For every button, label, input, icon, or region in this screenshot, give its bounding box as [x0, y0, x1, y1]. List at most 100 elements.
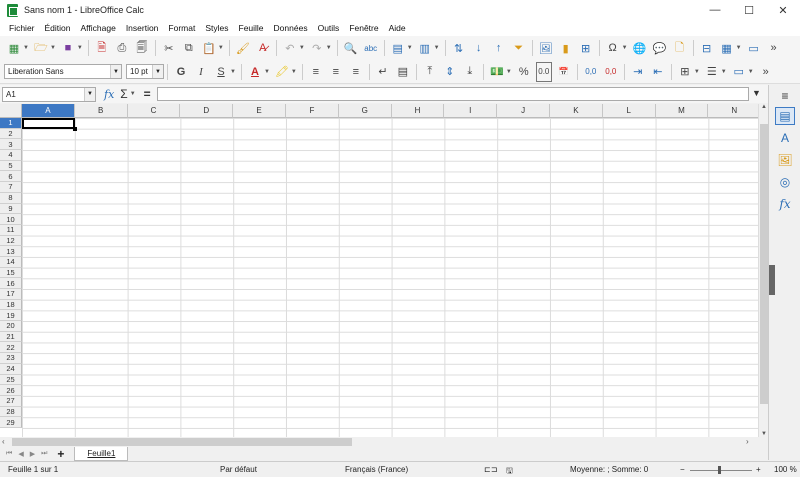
- add-decimal-button[interactable]: 0,0: [583, 62, 599, 82]
- bold-button[interactable]: G: [173, 62, 189, 82]
- headers-footers-icon[interactable]: 🗋: [672, 38, 688, 58]
- column-header[interactable]: G: [338, 104, 392, 118]
- percent-format-button[interactable]: %: [516, 62, 532, 82]
- formula-icon[interactable]: =: [144, 87, 151, 101]
- maximize-button[interactable]: ☐: [732, 0, 766, 20]
- underline-button[interactable]: S: [213, 62, 229, 82]
- row-header[interactable]: 11: [0, 224, 22, 236]
- column-header[interactable]: M: [655, 104, 709, 118]
- menu-fenetre[interactable]: Fenêtre: [344, 23, 383, 33]
- column-dropdown-icon[interactable]: ▼: [434, 45, 440, 51]
- navigator-icon[interactable]: ◎: [775, 173, 795, 191]
- align-left-icon[interactable]: ≡: [308, 62, 324, 82]
- menu-feuille[interactable]: Feuille: [234, 23, 269, 33]
- clear-formatting-icon[interactable]: A̷: [255, 38, 271, 58]
- row-header[interactable]: 17: [0, 289, 22, 300]
- previous-sheet-icon[interactable]: ◀: [18, 450, 23, 458]
- styles-icon[interactable]: A: [775, 129, 795, 147]
- vertical-scroll-thumb[interactable]: [760, 124, 768, 404]
- menu-format[interactable]: Format: [163, 23, 200, 33]
- toolbar2-overflow-icon[interactable]: »: [758, 62, 774, 82]
- paste-icon[interactable]: 📋: [201, 38, 217, 58]
- scroll-up-icon[interactable]: ▲: [759, 104, 768, 110]
- font-size-dropdown-icon[interactable]: ▼: [152, 65, 163, 78]
- formula-input[interactable]: [157, 87, 749, 101]
- horizontal-scrollbar[interactable]: ‹ ›: [0, 437, 768, 447]
- row-header[interactable]: 24: [0, 363, 22, 375]
- font-color-dropdown-icon[interactable]: ▼: [264, 69, 270, 75]
- horizontal-scroll-thumb[interactable]: [12, 438, 352, 446]
- row-header[interactable]: 5: [0, 160, 22, 172]
- row-header[interactable]: 12: [0, 235, 22, 247]
- border-style-icon[interactable]: ☰: [704, 62, 720, 82]
- last-sheet-icon[interactable]: ⏭: [41, 450, 47, 458]
- zoom-slider-handle[interactable]: [718, 466, 721, 474]
- save-dropdown-icon[interactable]: ▼: [77, 45, 83, 51]
- scroll-left-icon[interactable]: ‹: [2, 437, 5, 446]
- define-print-area-icon[interactable]: ⊟: [699, 38, 715, 58]
- borders-icon[interactable]: ⊞: [677, 62, 693, 82]
- row-header[interactable]: 29: [0, 417, 22, 428]
- first-sheet-icon[interactable]: ⏮: [6, 450, 12, 458]
- column-header[interactable]: D: [180, 104, 234, 118]
- italic-button[interactable]: I: [193, 62, 209, 82]
- active-cell-cursor[interactable]: [22, 118, 77, 131]
- next-sheet-icon[interactable]: ▶: [30, 450, 35, 458]
- align-bottom-icon[interactable]: ⤓: [462, 62, 478, 82]
- freeze-rows-columns-icon[interactable]: ▦: [719, 38, 735, 58]
- sum-icon[interactable]: Σ: [120, 87, 127, 101]
- split-window-icon[interactable]: ▭: [746, 38, 762, 58]
- column-header[interactable]: C: [127, 104, 181, 118]
- zoom-out-button[interactable]: −: [680, 465, 685, 474]
- highlight-dropdown-icon[interactable]: ▼: [291, 69, 297, 75]
- delete-decimal-button[interactable]: 0,0: [603, 62, 619, 82]
- column-header[interactable]: L: [602, 104, 656, 118]
- menu-donnees[interactable]: Données: [269, 23, 313, 33]
- row-header[interactable]: 20: [0, 321, 22, 332]
- row-header[interactable]: 28: [0, 406, 22, 418]
- copy-icon[interactable]: ⧉: [181, 38, 197, 58]
- comment-icon[interactable]: 💬: [652, 38, 668, 58]
- close-button[interactable]: ✕: [766, 0, 800, 20]
- special-character-dropdown-icon[interactable]: ▼: [622, 45, 628, 51]
- properties-icon[interactable]: ▤: [775, 107, 795, 125]
- hyperlink-icon[interactable]: 🌐: [632, 38, 648, 58]
- menu-affichage[interactable]: Affichage: [76, 23, 121, 33]
- row-header[interactable]: 26: [0, 385, 22, 396]
- insert-chart-icon[interactable]: ▮: [558, 38, 574, 58]
- font-name-box[interactable]: Liberation Sans ▼: [4, 64, 122, 79]
- cut-icon[interactable]: ✂: [161, 38, 177, 58]
- row-header[interactable]: 22: [0, 342, 22, 354]
- align-top-icon[interactable]: ⤒: [422, 62, 438, 82]
- column-header[interactable]: J: [497, 104, 550, 118]
- pivot-table-icon[interactable]: ⊞: [578, 38, 594, 58]
- menu-insertion[interactable]: Insertion: [121, 23, 164, 33]
- align-right-icon[interactable]: ≡: [348, 62, 364, 82]
- name-box[interactable]: A1 ▼: [2, 86, 96, 102]
- row-header[interactable]: 8: [0, 192, 22, 204]
- export-pdf-icon[interactable]: 🗎: [94, 38, 110, 58]
- align-center-icon[interactable]: ≡: [328, 62, 344, 82]
- column-header[interactable]: K: [549, 104, 603, 118]
- menu-fichier[interactable]: Fichier: [4, 23, 40, 33]
- scroll-right-icon[interactable]: ›: [746, 437, 749, 446]
- row-header[interactable]: 16: [0, 278, 22, 289]
- decrease-indent-icon[interactable]: ⇤: [650, 62, 666, 82]
- row-header[interactable]: 13: [0, 246, 22, 257]
- row-header[interactable]: 6: [0, 171, 22, 183]
- select-all-corner[interactable]: [0, 104, 22, 118]
- save-icon[interactable]: ■: [60, 38, 76, 58]
- border-color-icon[interactable]: ▭: [731, 62, 747, 82]
- selection-mode-icon[interactable]: ⊏⊐: [484, 465, 497, 474]
- menu-styles[interactable]: Styles: [200, 23, 233, 33]
- row-header[interactable]: 1: [0, 118, 22, 129]
- currency-dropdown-icon[interactable]: ▼: [506, 69, 512, 75]
- row-header[interactable]: 21: [0, 331, 22, 343]
- column-header[interactable]: I: [444, 104, 498, 118]
- paste-dropdown-icon[interactable]: ▼: [218, 45, 224, 51]
- underline-dropdown-icon[interactable]: ▼: [230, 69, 236, 75]
- language-status[interactable]: Français (France): [345, 465, 408, 474]
- open-folder-icon[interactable]: 🗁: [33, 38, 49, 58]
- wrap-text-icon[interactable]: ↵: [375, 62, 391, 82]
- date-format-icon[interactable]: 📅: [556, 62, 572, 82]
